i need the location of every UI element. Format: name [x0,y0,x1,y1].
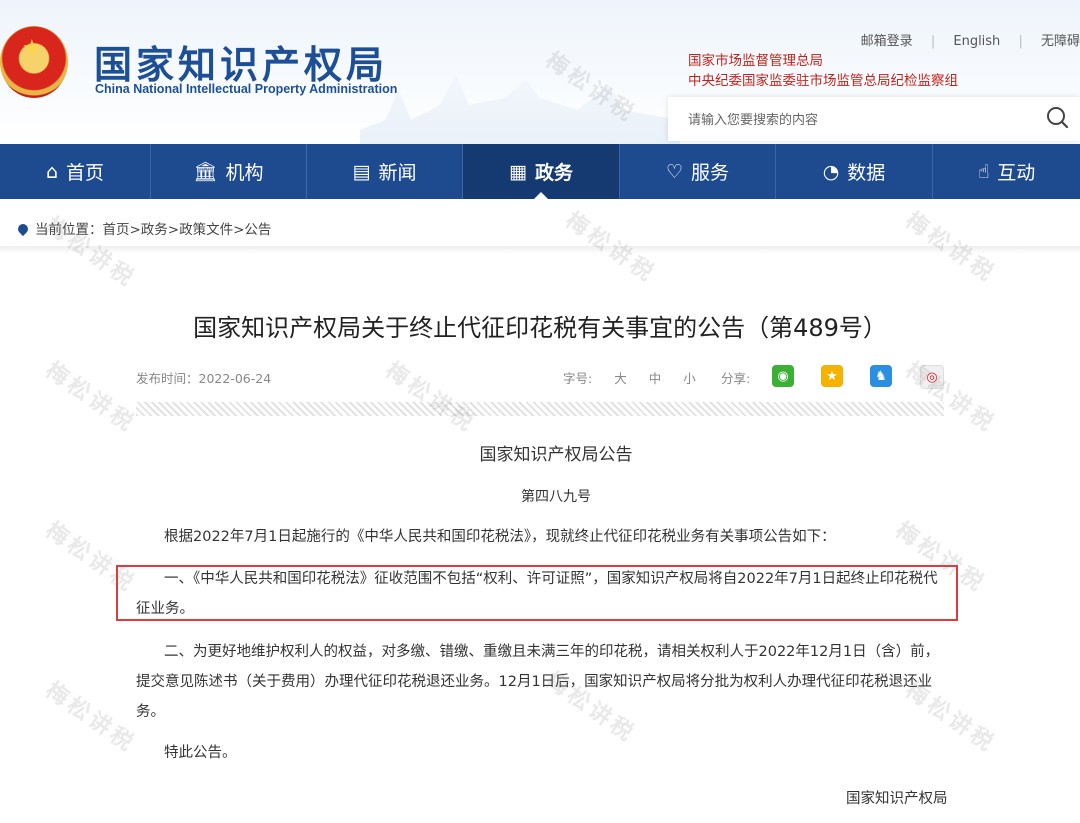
paragraph-two: 二、为更好地维护权利人的权益，对多缴、错缴、重缴且未满三年的印花税，请相关权利人… [136,644,940,720]
font-size-controls: 字号: 大 中 小 [563,368,696,387]
hand-pointer-icon: ☝ [977,160,990,183]
search-input[interactable] [686,108,1020,132]
document-icon: ▦ [509,160,527,183]
nav-item-interaction[interactable]: ☝ 互动 [933,144,1080,199]
watermark: 梅松讲税 [40,357,141,439]
search-box [668,97,1080,141]
share-label: 分享: [721,371,751,386]
discipline-inspection-link[interactable]: 中央纪委国家监委驻市场监管总局纪检监察组 [688,71,958,91]
font-size-small[interactable]: 小 [683,371,696,386]
font-size-large[interactable]: 大 [614,371,627,386]
nav-item-news[interactable]: ▤ 新闻 [307,144,463,199]
top-links: 邮箱登录 | English | 无障碍 [847,30,1080,49]
accessibility-link[interactable]: 无障碍 [1041,30,1080,49]
nav-label: 新闻 [378,162,417,184]
nav-item-government-affairs[interactable]: ▦ 政务 [463,144,620,199]
qzone-icon[interactable]: ★ [821,365,843,387]
nav-item-home[interactable]: ⌂ 首页 [0,144,151,199]
pie-chart-icon: ◔ [822,160,840,183]
logo-chinese[interactable]: 国家知识产权局 [94,34,388,89]
weibo-icon[interactable]: ◎ [920,365,944,389]
search-button[interactable] [1036,97,1080,141]
nav-label: 首页 [66,162,105,184]
highlight-annotation-box [116,565,958,621]
wechat-icon[interactable]: ◉ [772,365,794,387]
breadcrumb-path[interactable]: 首页>政务>政策文件>公告 [103,222,272,238]
supervision-links: 国家市场监督管理总局 中央纪委国家监委驻市场监管总局纪检监察组 [688,51,958,91]
logo-english[interactable]: China National Intellectual Property Adm… [95,82,397,96]
email-login-link[interactable]: 邮箱登录 [861,30,913,49]
site-header: ★ 国家知识产权局 China National Intellectual Pr… [0,0,1080,144]
bank-icon: 🏛 [193,161,218,183]
breadcrumb-prefix: 当前位置： [35,222,103,238]
paragraph-closing: 特此公告。 [164,745,237,761]
nav-item-data[interactable]: ◔ 数据 [776,144,933,199]
heart-hand-icon: ♡ [665,160,684,183]
font-size-label: 字号: [563,371,593,386]
search-icon [1047,107,1069,129]
divider [0,246,1080,254]
nav-label: 互动 [997,162,1036,184]
english-link[interactable]: English [953,34,1000,49]
nav-item-organization[interactable]: 🏛 机构 [151,144,307,199]
signer: 国家知识产权局 [846,791,948,807]
paragraph-intro: 根据2022年7月1日起施行的《中华人民共和国印花税法》，现就终止代征印花税业务… [164,529,836,545]
article-title: 国家知识产权局关于终止代征印花税有关事宜的公告（第489号） [193,314,887,342]
divider: | [1018,34,1023,49]
national-emblem-icon: ★ [0,26,68,98]
nav-label: 数据 [847,162,886,184]
nav-label: 机构 [225,162,264,184]
watermark: 梅松讲税 [380,357,481,439]
newspaper-icon: ▤ [352,160,371,183]
document-heading: 国家知识产权局公告 [479,445,633,465]
samr-link[interactable]: 国家市场监督管理总局 [688,51,958,71]
watermark: 梅松讲税 [900,357,1001,439]
document-number: 第四八九号 [521,489,591,505]
nav-item-services[interactable]: ♡ 服务 [620,144,776,199]
main-nav: ⌂ 首页 🏛 机构 ▤ 新闻 ▦ 政务 ♡ 服务 ◔ 数据 ☝ 互动 [0,144,1080,199]
qq-icon[interactable]: ♞ [870,365,892,387]
nav-label: 服务 [691,162,730,184]
publish-date: 发布时间：2022-06-24 [136,371,272,386]
home-icon: ⌂ [45,160,59,183]
watermark: 梅松讲税 [40,677,141,759]
divider: | [930,34,936,49]
nav-label: 政务 [534,162,573,184]
font-size-medium[interactable]: 中 [649,371,662,386]
hatch-divider [136,402,944,416]
city-skyline-graphic [360,75,680,144]
location-pin-icon [15,221,31,237]
breadcrumb: 当前位置：首页>政务>政策文件>公告 [15,218,272,238]
